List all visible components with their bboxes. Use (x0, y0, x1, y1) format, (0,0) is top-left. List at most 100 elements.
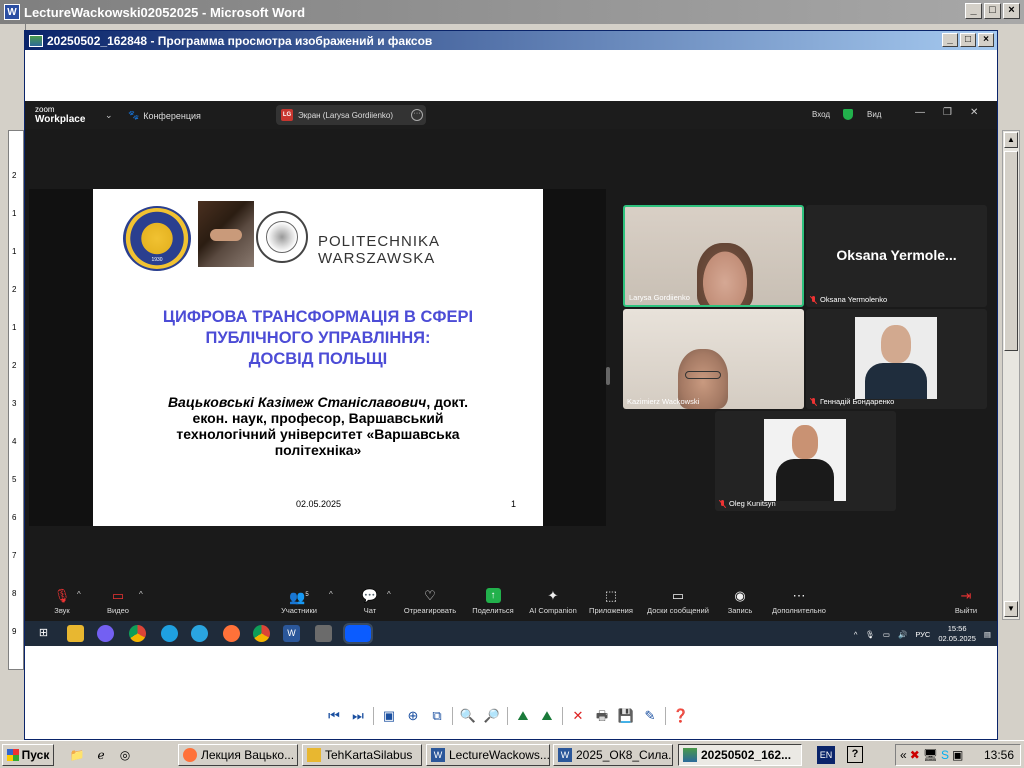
apps-button[interactable]: ⬚ Приложения (587, 588, 635, 615)
viewer-app-icon[interactable] (29, 34, 43, 47)
slideshow-icon[interactable]: ⧉ (428, 707, 446, 725)
record-button[interactable]: ◉ Запись (725, 588, 755, 615)
language-indicator[interactable]: EN (817, 746, 835, 764)
audio-button[interactable]: 🎙 Звук ^ (47, 588, 81, 615)
participant-tile-kazimierz[interactable]: Kazimierz Wackowski (623, 309, 804, 409)
chrome-icon[interactable] (253, 625, 270, 642)
leave-button[interactable]: ⇥ Выйти (951, 588, 981, 615)
actual-size-icon[interactable]: ⊕ (404, 707, 422, 725)
screen-share-pill[interactable]: LG Экран (Larysa Gordiienko) ··· (276, 105, 426, 125)
video-button[interactable]: ▭ Видео ^ (103, 588, 143, 615)
word-app-icon[interactable]: W (4, 4, 20, 20)
zoom-out-icon[interactable]: 🔎 (483, 707, 501, 725)
browser-icon[interactable]: ◎ (116, 746, 134, 764)
firefox-icon[interactable] (223, 625, 240, 642)
more-button[interactable]: ⋯ Дополнительно (769, 588, 829, 615)
chevron-up-icon[interactable]: ^ (77, 590, 81, 599)
viewer-close-button[interactable]: × (978, 33, 994, 47)
battery-icon[interactable]: ▭ (883, 630, 890, 639)
close-icon[interactable]: ✕ (970, 107, 978, 118)
chat-button[interactable]: 💬 Чат ^ (355, 588, 391, 615)
notification-icon[interactable]: ▤ (984, 630, 991, 639)
skype-icon[interactable]: S (941, 748, 949, 762)
participant-tile-oksana[interactable]: Oksana Yermole... Oksana Yermolenko (806, 205, 987, 307)
rotate-clockwise-icon[interactable]: ⛰ (514, 707, 532, 725)
zoom-screenshot: zoom Workplace ⌄ 🐾 Конференция LG Экран … (25, 101, 997, 646)
taskbar-item[interactable]: Лекция Вацько... (178, 744, 298, 766)
edge-icon[interactable] (161, 625, 178, 642)
participants-button[interactable]: 👥5 Участники ^ (279, 588, 333, 615)
rotate-counterclockwise-icon[interactable]: ⛰ (538, 707, 556, 725)
taskbar-item[interactable]: W 2025_ОК8_Сила... (553, 744, 673, 766)
login-button[interactable]: Вход (812, 110, 830, 119)
slide-title: ЦИФРОВА ТРАНСФОРМАЦІЯ В СФЕРІ ПУБЛІЧНОГО… (162, 308, 474, 368)
input-lang[interactable]: РУС (915, 630, 930, 639)
print-icon[interactable]: 🖶 (593, 707, 611, 725)
next-image-icon[interactable]: ⏭ (349, 707, 367, 725)
chrome-icon[interactable] (129, 625, 146, 642)
shield-icon[interactable] (843, 109, 853, 120)
network-icon[interactable]: ✖ (910, 748, 920, 762)
mic-icon[interactable]: 🎙 (865, 630, 875, 639)
previous-image-icon[interactable]: ⏮ (325, 707, 343, 725)
restore-icon[interactable]: ❐ (943, 107, 952, 118)
chevron-up-icon[interactable]: ^ (329, 590, 333, 599)
delete-icon[interactable]: ✕ (569, 707, 587, 725)
ie-icon[interactable]: ℯ (92, 746, 110, 764)
ai-companion-button[interactable]: ✦ AI Companion (527, 588, 579, 615)
zoom-logo: zoom Workplace (35, 105, 86, 125)
word-maximize-button[interactable]: □ (984, 3, 1001, 19)
taskbar-item[interactable]: W LectureWackows... (426, 744, 550, 766)
win10-clock[interactable]: 15:56 02.05.2025 (938, 624, 976, 644)
ruler-number: 9 (12, 627, 17, 636)
word-minimize-button[interactable]: _ (965, 3, 982, 19)
chevron-up-icon[interactable]: ^ (139, 590, 143, 599)
expand-tray-icon[interactable]: « (900, 748, 907, 762)
scroll-up-arrow-icon[interactable]: ▲ (1004, 132, 1018, 148)
word-icon[interactable]: W (283, 625, 300, 642)
zoom-taskbar-icon[interactable] (343, 623, 373, 644)
help-icon[interactable]: ❓ (672, 707, 690, 725)
save-icon[interactable]: 💾 (617, 707, 635, 725)
monitor-icon[interactable]: 🖥 (923, 748, 938, 762)
telegram-icon[interactable] (191, 625, 208, 642)
view-button[interactable]: Вид (867, 110, 881, 119)
calculator-icon[interactable] (315, 625, 332, 642)
viewer-minimize-button[interactable]: _ (942, 33, 958, 47)
start-button[interactable]: Пуск (2, 744, 54, 766)
scroll-thumb[interactable] (1004, 151, 1018, 351)
word-title-bar: W LectureWackowski02052025 - Microsoft W… (0, 0, 1024, 24)
edit-icon[interactable]: ✎ (641, 707, 659, 725)
react-button[interactable]: ♡ Отреагировать (400, 588, 460, 615)
share-button[interactable]: ↑ Поделиться (468, 588, 518, 615)
file-explorer-icon[interactable] (67, 625, 84, 642)
help-icon[interactable]: ? (847, 746, 863, 763)
display-icon[interactable]: ▣ (952, 748, 963, 762)
volume-icon[interactable]: 🔊 (898, 630, 907, 639)
best-fit-icon[interactable]: ▣ (380, 707, 398, 725)
word-close-button[interactable]: × (1003, 3, 1020, 19)
viewer-maximize-button[interactable]: □ (960, 33, 976, 47)
viber-icon[interactable] (97, 625, 114, 642)
xp-clock[interactable]: 13:56 (984, 748, 1014, 762)
folder-icon[interactable]: 📁 (68, 746, 86, 764)
whiteboards-button[interactable]: ▭ Доски сообщений (643, 588, 713, 615)
chevron-up-icon[interactable]: ^ (387, 590, 391, 599)
zoom-in-icon[interactable]: 🔍 (459, 707, 477, 725)
participant-tile-larysa[interactable]: Larysa Gordiienko (623, 205, 804, 307)
taskbar-item[interactable]: TehKartaSilabus (302, 744, 422, 766)
taskbar-item-active[interactable]: 20250502_162... (678, 744, 802, 766)
ruler-number: 3 (12, 399, 17, 408)
chevron-up-icon[interactable]: ^ (854, 630, 858, 639)
split-view-handle[interactable] (606, 367, 610, 385)
minimize-icon[interactable]: — (915, 107, 925, 118)
ruler-number: 1 (12, 247, 17, 256)
conference-button[interactable]: 🐾 Конференция (128, 110, 201, 121)
participant-tile-gennadiy[interactable]: Геннадій Бондаренко (806, 309, 987, 409)
participant-tile-oleg[interactable]: Oleg Kunitsyn (715, 411, 896, 511)
chevron-down-icon[interactable]: ⌄ (105, 110, 113, 121)
windows-start-icon[interactable]: ⊞ (35, 625, 52, 642)
word-vertical-scrollbar[interactable]: ▲ ▼ (1002, 130, 1020, 620)
scroll-down-arrow-icon[interactable]: ▼ (1004, 601, 1018, 617)
more-dots-icon[interactable]: ··· (411, 109, 423, 121)
